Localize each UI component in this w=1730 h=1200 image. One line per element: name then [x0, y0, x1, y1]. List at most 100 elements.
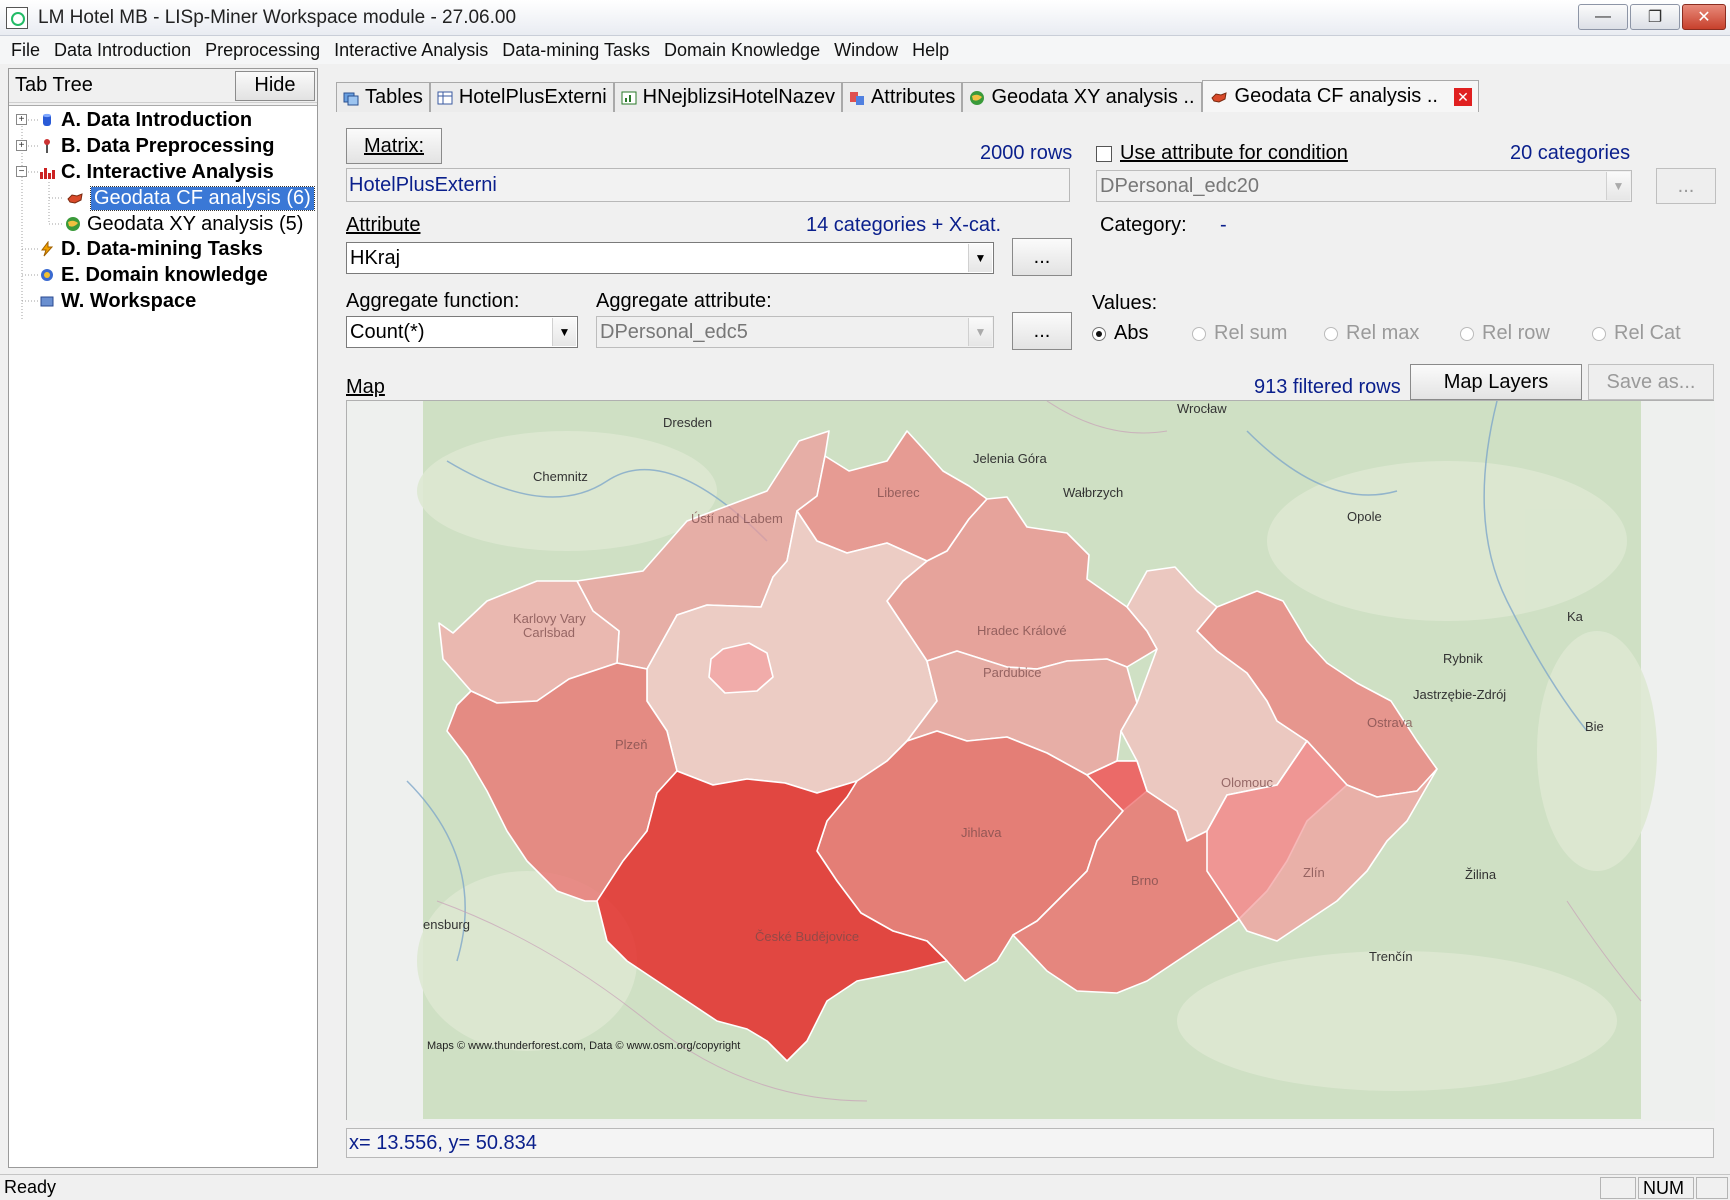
- close-window-button[interactable]: ✕: [1682, 4, 1726, 30]
- radio-label: Rel sum: [1214, 322, 1288, 344]
- tab-tables[interactable]: Tables: [336, 82, 430, 112]
- menu-bar: File Data Introduction Preprocessing Int…: [0, 36, 1730, 64]
- city-jelenia-gora: Jelenia Góra: [973, 451, 1047, 466]
- city-ensburg: ensburg: [423, 917, 470, 932]
- tab-label: Geodata XY analysis ..: [991, 86, 1195, 108]
- num-lock-indicator: NUM: [1638, 1177, 1694, 1199]
- condition-attribute-select[interactable]: DPersonal_edc20 ▼: [1096, 170, 1632, 202]
- radio-rel-max[interactable]: Rel max: [1324, 322, 1419, 345]
- aggregate-function-select[interactable]: Count(*) ▼: [346, 316, 578, 348]
- bar-chart-icon: [40, 168, 55, 179]
- tree-node-label: Geodata CF analysis (6): [90, 185, 315, 211]
- chevron-down-icon[interactable]: ▼: [552, 318, 576, 346]
- tab-hnejblizsihotelnazev[interactable]: HNejblizsiHotelNazev: [613, 82, 842, 112]
- city-liberec: Liberec: [877, 485, 920, 500]
- tree-node-domain-knowledge[interactable]: E. Domain knowledge: [39, 262, 268, 288]
- radio-rel-cat[interactable]: Rel Cat: [1592, 322, 1681, 345]
- chevron-down-icon[interactable]: ▼: [968, 318, 992, 346]
- city-hradec: Hradec Králové: [977, 623, 1067, 638]
- globe-icon: [66, 217, 80, 231]
- tab-geodata-cf[interactable]: Geodata CF analysis .. ✕: [1201, 80, 1479, 112]
- radio-label: Rel row: [1482, 322, 1550, 344]
- rows-count: 2000 rows: [980, 142, 1073, 164]
- checkbox-box[interactable]: [1096, 145, 1112, 162]
- tab-tree-label: Tab Tree: [15, 74, 93, 96]
- map-layers-button[interactable]: Map Layers: [1410, 364, 1582, 400]
- document-tabs: Tables HotelPlusExterni HNejblizsiHotelN…: [336, 80, 1479, 112]
- tab-label: HNejblizsiHotelNazev: [642, 86, 835, 108]
- collapse-toggle[interactable]: −: [16, 166, 27, 177]
- radio-dot[interactable]: [1324, 326, 1338, 341]
- aggregate-function-value: Count(*): [350, 320, 425, 343]
- save-as-button[interactable]: Save as...: [1588, 364, 1714, 400]
- tree-node-data-preprocessing[interactable]: B. Data Preprocessing: [39, 133, 274, 159]
- category-value: -: [1220, 214, 1227, 236]
- map-viewport[interactable]: Dresden Wrocław Chemnitz Jelenia Góra Wa…: [346, 400, 1715, 1121]
- tree-node-label: Geodata XY analysis (5): [87, 212, 304, 235]
- tree-node-data-introduction[interactable]: A. Data Introduction: [39, 107, 252, 133]
- tables-icon: [343, 92, 359, 105]
- tab-hotelplusexterni[interactable]: HotelPlusExterni: [429, 82, 614, 112]
- menu-preprocessing[interactable]: Preprocessing: [198, 40, 327, 61]
- city-chemnitz: Chemnitz: [533, 469, 588, 484]
- hide-button[interactable]: Hide: [235, 70, 315, 101]
- city-bie: Bie: [1585, 719, 1604, 734]
- condition-button[interactable]: ...: [1656, 168, 1716, 204]
- map-icon: [67, 193, 83, 204]
- tab-label: Geodata CF analysis ..: [1234, 85, 1438, 107]
- status-cell-grip: [1696, 1177, 1728, 1199]
- city-jihlava: Jihlava: [961, 825, 1002, 840]
- menu-data-introduction[interactable]: Data Introduction: [47, 40, 198, 61]
- map-attribution: Maps © www.thunderforest.com, Data © www…: [427, 1040, 740, 1052]
- expand-toggle[interactable]: +: [16, 140, 27, 151]
- aggregate-attribute-select[interactable]: DPersonal_edc5 ▼: [596, 316, 994, 348]
- city-usti: Ústí nad Labem: [691, 511, 783, 526]
- tree-node-interactive-analysis[interactable]: C. Interactive Analysis: [39, 159, 274, 185]
- maximize-button[interactable]: ❐: [1630, 4, 1680, 30]
- radio-dot[interactable]: [1592, 326, 1606, 341]
- menu-interactive-analysis[interactable]: Interactive Analysis: [327, 40, 495, 61]
- tree-node-data-mining-tasks[interactable]: D. Data-mining Tasks: [39, 236, 263, 262]
- coordinates-readout: x= 13.556, y= 50.834: [346, 1128, 1714, 1158]
- radio-dot[interactable]: [1092, 326, 1106, 341]
- tree-node-label: C. Interactive Analysis: [61, 160, 274, 183]
- city-trencin: Trenčín: [1369, 949, 1413, 964]
- tree-node-workspace[interactable]: W. Workspace: [39, 288, 196, 314]
- radio-rel-row[interactable]: Rel row: [1460, 322, 1550, 345]
- matrix-button[interactable]: Matrix:: [346, 128, 442, 164]
- chevron-down-icon[interactable]: ▼: [1606, 172, 1630, 200]
- tab-geodata-xy[interactable]: Geodata XY analysis ..: [962, 82, 1202, 112]
- attribute-categories: 14 categories + X-cat.: [806, 214, 1002, 236]
- map-canvas[interactable]: Dresden Wrocław Chemnitz Jelenia Góra Wa…: [347, 401, 1715, 1121]
- aggregate-button[interactable]: ...: [1012, 312, 1072, 350]
- menu-domain-knowledge[interactable]: Domain Knowledge: [657, 40, 827, 61]
- radio-abs[interactable]: Abs: [1092, 322, 1148, 345]
- menu-file[interactable]: File: [4, 40, 47, 61]
- radio-rel-sum[interactable]: Rel sum: [1192, 322, 1287, 345]
- filtered-rows: 913 filtered rows: [1254, 376, 1401, 398]
- city-zilina: Žilina: [1465, 867, 1497, 882]
- menu-window[interactable]: Window: [827, 40, 905, 61]
- city-brno: Brno: [1131, 873, 1158, 888]
- tree-node-label: D. Data-mining Tasks: [61, 237, 263, 260]
- city-zlin: Zlín: [1303, 865, 1325, 880]
- map-icon: [1210, 91, 1227, 103]
- tab-tree-pane: Tab Tree Hide + + − A. Data Introduction: [8, 68, 318, 1168]
- close-tab-icon[interactable]: ✕: [1453, 87, 1472, 106]
- radio-label: Abs: [1114, 322, 1149, 344]
- radio-dot[interactable]: [1460, 326, 1474, 341]
- tree-node-geodata-xy[interactable]: Geodata XY analysis (5): [65, 211, 303, 237]
- tab-attributes[interactable]: Attributes: [841, 82, 963, 112]
- minimize-button[interactable]: —: [1578, 4, 1628, 30]
- use-attribute-checkbox[interactable]: Use attribute for condition: [1096, 142, 1348, 165]
- radio-dot[interactable]: [1192, 326, 1206, 341]
- menu-data-mining-tasks[interactable]: Data-mining Tasks: [495, 40, 657, 61]
- attribute-select[interactable]: HKraj ▼: [346, 242, 994, 274]
- aggregate-function-label: Aggregate function:: [346, 290, 520, 312]
- chevron-down-icon[interactable]: ▼: [968, 244, 992, 272]
- expand-toggle[interactable]: +: [16, 114, 27, 125]
- status-text: Ready: [4, 1177, 57, 1197]
- tree-node-geodata-cf[interactable]: Geodata CF analysis (6): [65, 185, 315, 211]
- menu-help[interactable]: Help: [905, 40, 956, 61]
- attribute-button[interactable]: ...: [1012, 238, 1072, 276]
